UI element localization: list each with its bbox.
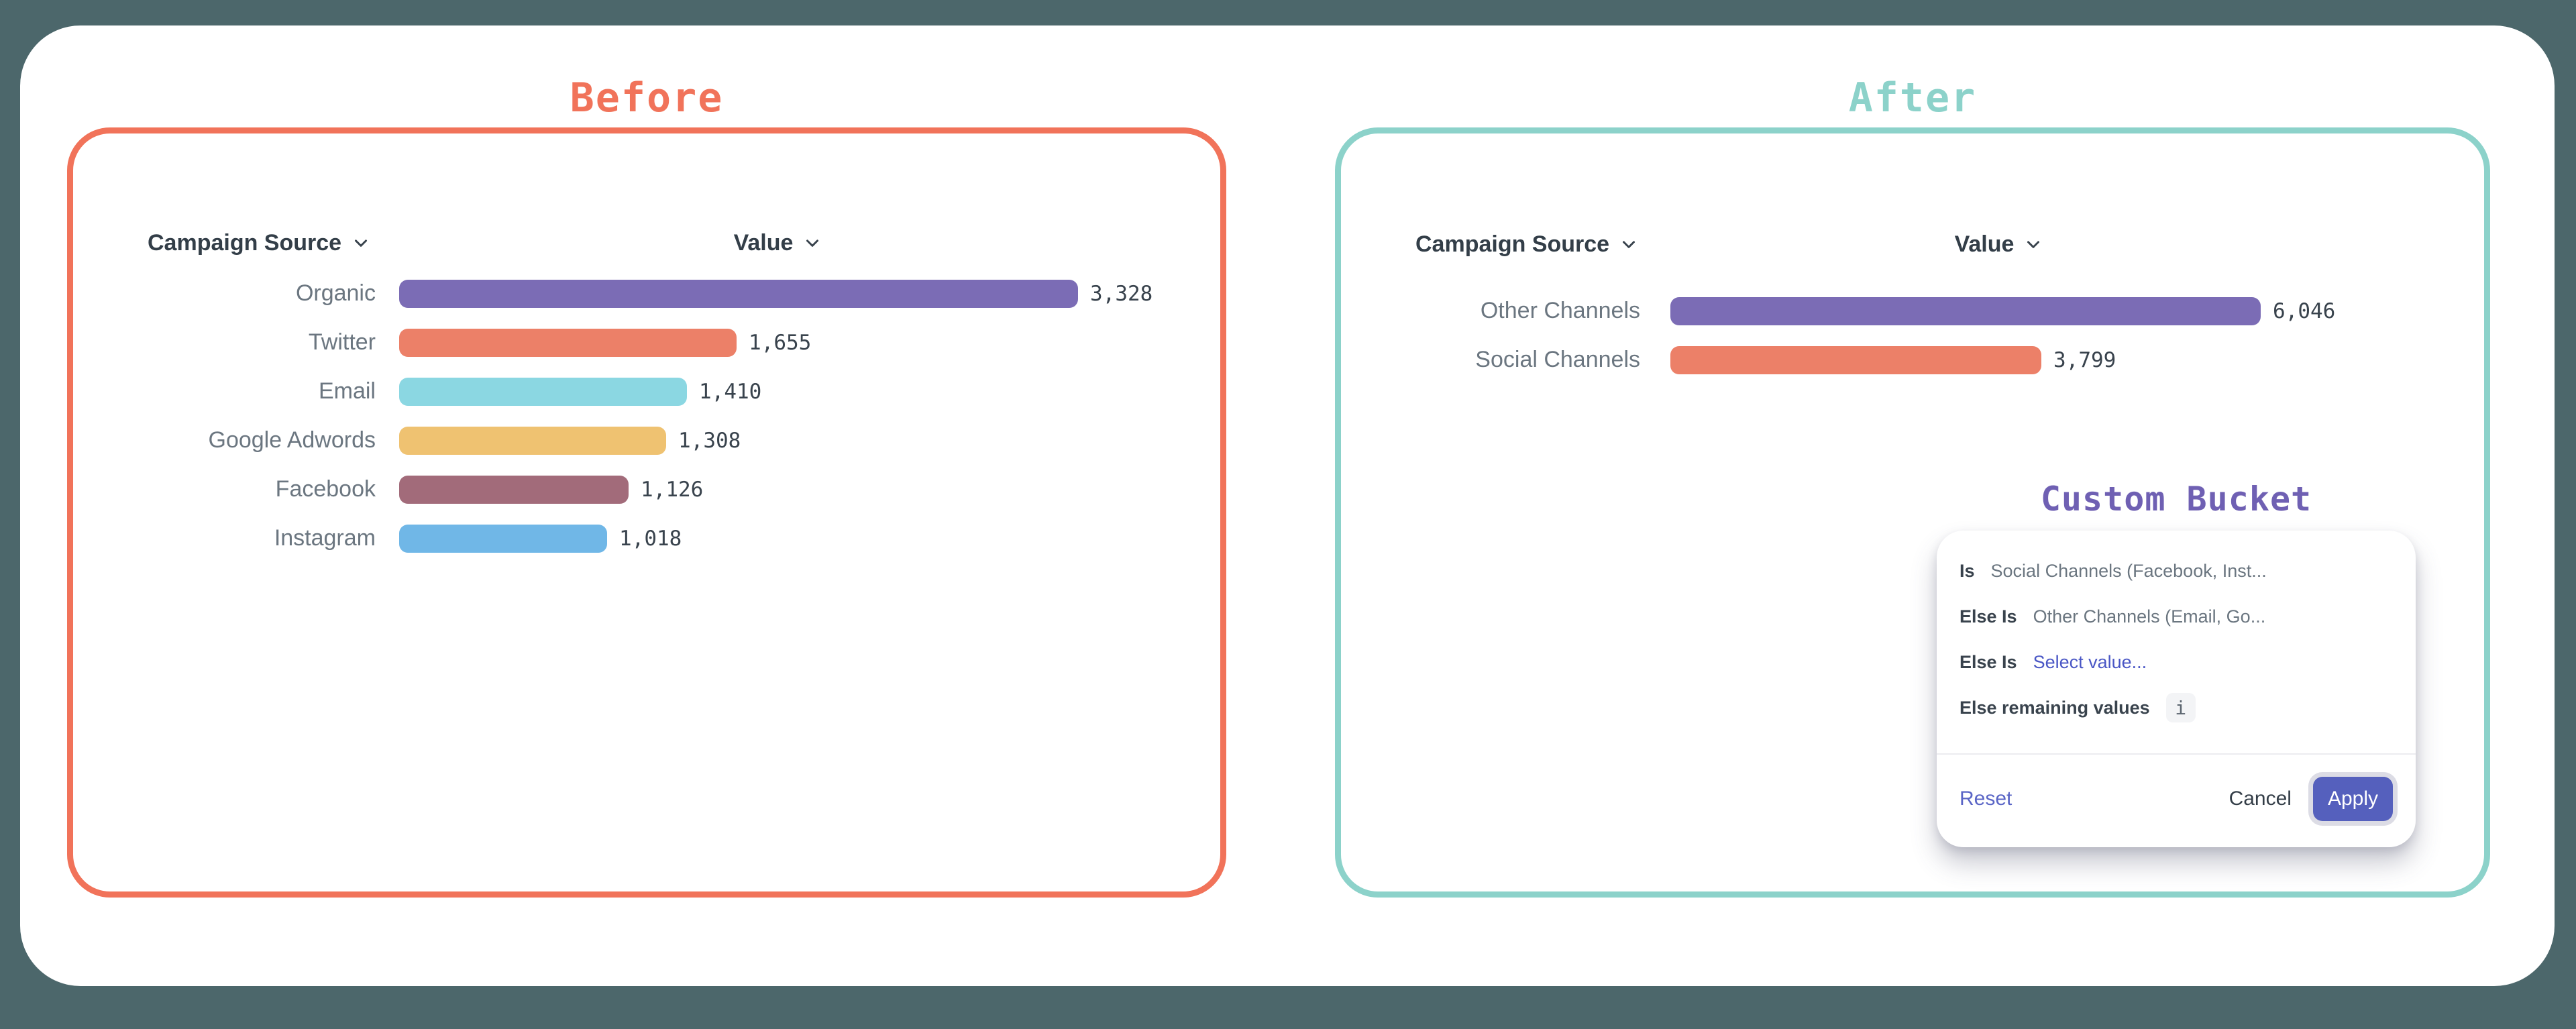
chevron-down-icon (2023, 234, 2043, 254)
bucket-rule-row: Else Is Select value... (1960, 639, 2393, 685)
rule-prefix: Is (1960, 561, 1975, 582)
after-table-rows: Other Channels 6,046 Social Channels 3,799 (1372, 286, 2335, 384)
bucket-rule-row: Is Social Channels (Facebook, Inst... (1960, 548, 2393, 594)
select-value-link[interactable]: Select value... (2033, 652, 2147, 673)
bar[interactable] (399, 329, 737, 357)
rule-value-other-channels[interactable]: Other Channels (Email, Go... (2033, 606, 2266, 627)
table-row: Facebook 1,126 (107, 465, 1152, 514)
bar-value-label: 6,046 (2273, 299, 2335, 323)
popup-footer: Reset Cancel Apply (1937, 755, 2416, 847)
bucket-rules-list: Is Social Channels (Facebook, Inst... El… (1937, 531, 2416, 730)
bucket-rule-row: Else remaining values i (1960, 685, 2393, 730)
custom-bucket-title: Custom Bucket (1937, 478, 2416, 521)
before-title: Before (67, 71, 1226, 125)
bucket-rule-row: Else Is Other Channels (Email, Go... (1960, 594, 2393, 639)
bar[interactable] (1670, 297, 2261, 325)
chevron-down-icon (351, 233, 371, 253)
bar-value-label: 1,410 (699, 380, 761, 404)
bar-value-label: 1,655 (749, 331, 811, 355)
row-label: Social Channels (1372, 347, 1640, 373)
info-icon[interactable]: i (2166, 693, 2196, 722)
before-dimension-header[interactable]: Campaign Source (148, 228, 371, 258)
after-title: After (1335, 71, 2490, 125)
bar-value-label: 3,328 (1090, 282, 1152, 306)
chevron-down-icon (802, 233, 822, 253)
bar[interactable] (399, 378, 687, 406)
bar[interactable] (399, 280, 1078, 308)
row-label: Other Channels (1372, 298, 1640, 324)
rule-value-social-channels[interactable]: Social Channels (Facebook, Inst... (1991, 561, 2267, 582)
row-label: Email (107, 378, 376, 404)
after-dimension-header[interactable]: Campaign Source (1415, 229, 1639, 259)
after-measure-header-label: Value (1955, 229, 2015, 259)
table-row: Instagram 1,018 (107, 514, 1152, 563)
reset-button[interactable]: Reset (1960, 788, 2012, 810)
after-measure-header[interactable]: Value (1898, 229, 2100, 259)
cancel-button[interactable]: Cancel (2225, 781, 2296, 817)
row-label: Organic (107, 280, 376, 307)
row-label: Facebook (107, 476, 376, 502)
rule-prefix: Else Is (1960, 606, 2017, 627)
bar-value-label: 1,018 (619, 527, 682, 551)
table-row: Organic 3,328 (107, 269, 1152, 318)
before-measure-header-label: Value (734, 228, 794, 258)
before-measure-header[interactable]: Value (678, 228, 879, 258)
bar[interactable] (1670, 346, 2041, 374)
bar[interactable] (399, 476, 629, 504)
table-row: Google Adwords 1,308 (107, 416, 1152, 465)
table-row: Social Channels 3,799 (1372, 335, 2335, 384)
rule-prefix: Else remaining values (1960, 698, 2150, 718)
bar-value-label: 1,126 (641, 478, 703, 502)
screenshot-stage: Before After Campaign Source Value Organ… (0, 0, 2576, 1029)
after-dimension-header-label: Campaign Source (1415, 229, 1609, 259)
table-row: Email 1,410 (107, 367, 1152, 416)
row-label: Google Adwords (107, 427, 376, 453)
bar-value-label: 3,799 (2053, 348, 2116, 372)
bar[interactable] (399, 525, 607, 553)
table-row: Other Channels 6,046 (1372, 286, 2335, 335)
chevron-down-icon (1619, 234, 1639, 254)
row-label: Instagram (107, 525, 376, 551)
table-row: Twitter 1,655 (107, 318, 1152, 367)
rule-prefix: Else Is (1960, 652, 2017, 673)
apply-button[interactable]: Apply (2313, 777, 2393, 821)
custom-bucket-popup: Is Social Channels (Facebook, Inst... El… (1937, 531, 2416, 847)
bar[interactable] (399, 427, 666, 455)
row-label: Twitter (107, 329, 376, 356)
before-table-rows: Organic 3,328 Twitter 1,655 Email 1,410 Google… (107, 269, 1152, 563)
before-dimension-header-label: Campaign Source (148, 228, 341, 258)
bar-value-label: 1,308 (678, 429, 741, 453)
